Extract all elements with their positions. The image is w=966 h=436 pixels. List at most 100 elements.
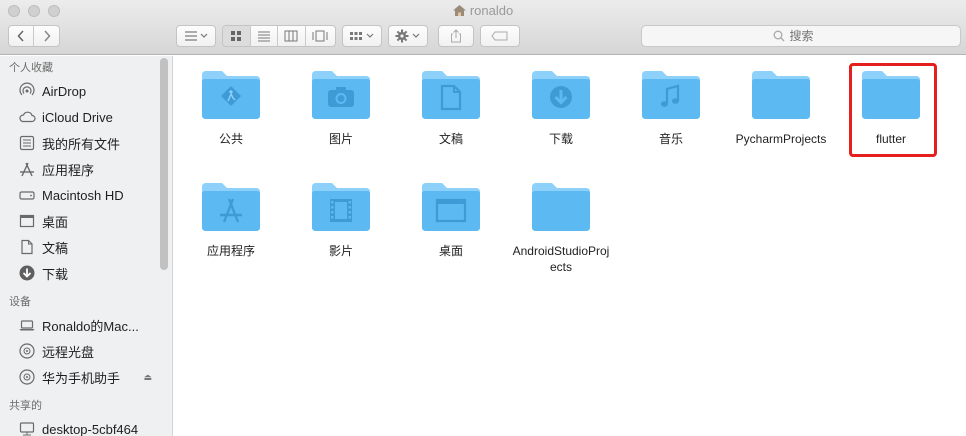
sidebar-header-shared: 共享的 bbox=[9, 400, 42, 412]
folder-label: 应用程序 bbox=[206, 244, 255, 258]
sidebar-item-label: 华为手机助手 bbox=[42, 370, 121, 386]
sidebar-item-label: 远程光盘 bbox=[42, 344, 95, 360]
arrange-menu-button[interactable] bbox=[176, 25, 216, 47]
back-button[interactable] bbox=[9, 26, 35, 46]
camera-folder-icon bbox=[312, 71, 370, 119]
list-arrange-icon bbox=[185, 31, 208, 41]
list-view-button[interactable] bbox=[251, 26, 279, 46]
folder-item-public[interactable]: 公共 bbox=[176, 69, 286, 147]
navigation-buttons bbox=[8, 25, 60, 47]
tag-icon bbox=[491, 31, 508, 41]
airdrop-icon bbox=[18, 82, 36, 100]
column-view-icon bbox=[284, 30, 298, 42]
folder-label: 图片 bbox=[328, 132, 353, 146]
folder-label: 音乐 bbox=[658, 132, 683, 146]
sidebar-item-remote-disc[interactable]: 远程光盘 bbox=[0, 338, 172, 364]
folder-item-androidstudioprojects[interactable]: AndroidStudioProjects bbox=[506, 181, 616, 275]
applications-folder-icon bbox=[202, 183, 260, 231]
home-icon bbox=[452, 5, 466, 16]
search-field[interactable] bbox=[641, 25, 961, 47]
folder-label: 公共 bbox=[218, 132, 243, 146]
folder-label: 文稿 bbox=[438, 132, 463, 146]
action-menu-button[interactable] bbox=[388, 25, 428, 47]
cloud-icon bbox=[18, 108, 36, 126]
hard-drive-icon bbox=[18, 186, 36, 204]
public-folder-icon bbox=[202, 71, 260, 119]
download-icon bbox=[18, 264, 36, 282]
sidebar-item-label: iCloud Drive bbox=[42, 109, 113, 125]
folder-label: AndroidStudioProjects bbox=[512, 244, 610, 274]
icon-view-button[interactable] bbox=[223, 26, 251, 46]
gear-icon bbox=[395, 29, 420, 43]
folder-item-applications[interactable]: 应用程序 bbox=[176, 181, 286, 259]
folder-item-music[interactable]: 音乐 bbox=[616, 69, 726, 147]
document-folder-icon bbox=[422, 71, 480, 119]
desktop-icon bbox=[18, 212, 36, 230]
forward-button[interactable] bbox=[34, 26, 59, 46]
search-icon bbox=[773, 30, 784, 42]
share-icon bbox=[451, 29, 461, 43]
sidebar-item-label: 文稿 bbox=[42, 240, 69, 256]
sidebar-item-desktop-5cbf464[interactable]: desktop-5cbf464 bbox=[0, 416, 172, 436]
folder-item-pycharmprojects[interactable]: PycharmProjects bbox=[726, 69, 836, 147]
eject-icon[interactable]: ⏏ bbox=[143, 372, 152, 383]
folder-label: 影片 bbox=[328, 244, 353, 258]
folder-item-movies[interactable]: 影片 bbox=[286, 181, 396, 259]
sidebar-header-favorites: 个人收藏 bbox=[9, 62, 53, 74]
sidebar-item-applications[interactable]: 应用程序 bbox=[0, 156, 172, 182]
disc-icon bbox=[18, 368, 36, 386]
sidebar-item-desktop[interactable]: 桌面 bbox=[0, 208, 172, 234]
folder-icon-grid: 公共 图片 文稿 下载 音乐 PycharmProjects flutter 应… bbox=[174, 56, 966, 436]
gallery-view-button[interactable] bbox=[306, 26, 335, 46]
column-view-button[interactable] bbox=[278, 26, 306, 46]
sidebar-item-ronaldo-mac[interactable]: Ronaldo的Mac... bbox=[0, 312, 172, 338]
grid-view-icon bbox=[231, 31, 242, 41]
folder-item-desktop[interactable]: 桌面 bbox=[396, 181, 506, 259]
all-files-icon bbox=[18, 134, 36, 152]
sidebar-item-icloud-drive[interactable]: iCloud Drive bbox=[0, 104, 172, 130]
folder-label: 桌面 bbox=[438, 244, 463, 258]
chevron-left-icon bbox=[17, 30, 24, 42]
sidebar-item-airdrop[interactable]: AirDrop bbox=[0, 78, 172, 104]
folder-label: PycharmProjects bbox=[735, 132, 827, 146]
flutter-highlight-box bbox=[849, 63, 937, 157]
sidebar-item-label: desktop-5cbf464 bbox=[42, 421, 139, 436]
film-folder-icon bbox=[312, 183, 370, 231]
group-menu-button[interactable] bbox=[342, 25, 382, 47]
sidebar-item-all-my-files[interactable]: 我的所有文件 bbox=[0, 130, 172, 156]
sidebar-item-label: AirDrop bbox=[42, 83, 87, 99]
window-toolbar: ronaldo bbox=[0, 0, 966, 55]
share-button[interactable] bbox=[438, 25, 474, 47]
music-folder-icon bbox=[642, 71, 700, 119]
download-folder-icon bbox=[532, 71, 590, 119]
cover-flow-icon bbox=[312, 30, 328, 42]
folder-label: 下载 bbox=[548, 132, 573, 146]
sidebar-item-downloads[interactable]: 下载 bbox=[0, 260, 172, 286]
sidebar: 个人收藏 AirDrop iCloud Drive 我的所有文件 应用程序 Ma… bbox=[0, 56, 173, 436]
document-icon bbox=[18, 238, 36, 256]
folder-item-downloads[interactable]: 下载 bbox=[506, 69, 616, 147]
sidebar-item-label: 下载 bbox=[42, 266, 69, 282]
sidebar-scrollbar[interactable] bbox=[160, 58, 168, 270]
desktop-folder-icon bbox=[422, 183, 480, 231]
folder-icon bbox=[532, 183, 590, 231]
folder-item-documents[interactable]: 文稿 bbox=[396, 69, 506, 147]
sidebar-item-label: 桌面 bbox=[42, 214, 69, 230]
tags-button[interactable] bbox=[480, 25, 520, 47]
sidebar-item-documents[interactable]: 文稿 bbox=[0, 234, 172, 260]
search-input[interactable] bbox=[789, 29, 830, 43]
folder-item-pictures[interactable]: 图片 bbox=[286, 69, 396, 147]
sidebar-item-label: Ronaldo的Mac... bbox=[42, 318, 139, 334]
window-title: ronaldo bbox=[0, 3, 966, 18]
sidebar-header-devices: 设备 bbox=[9, 296, 31, 308]
chevron-right-icon bbox=[43, 30, 51, 42]
group-grid-icon bbox=[350, 32, 374, 40]
laptop-icon bbox=[18, 316, 36, 334]
network-computer-icon bbox=[18, 420, 36, 436]
sidebar-item-label: Macintosh HD bbox=[42, 187, 124, 203]
sidebar-item-huawei-assistant[interactable]: 华为手机助手 ⏏ bbox=[0, 364, 172, 390]
list-view-icon bbox=[257, 31, 270, 42]
applications-icon bbox=[18, 160, 36, 178]
sidebar-item-label: 我的所有文件 bbox=[42, 136, 121, 152]
sidebar-item-macintosh-hd[interactable]: Macintosh HD bbox=[0, 182, 172, 208]
